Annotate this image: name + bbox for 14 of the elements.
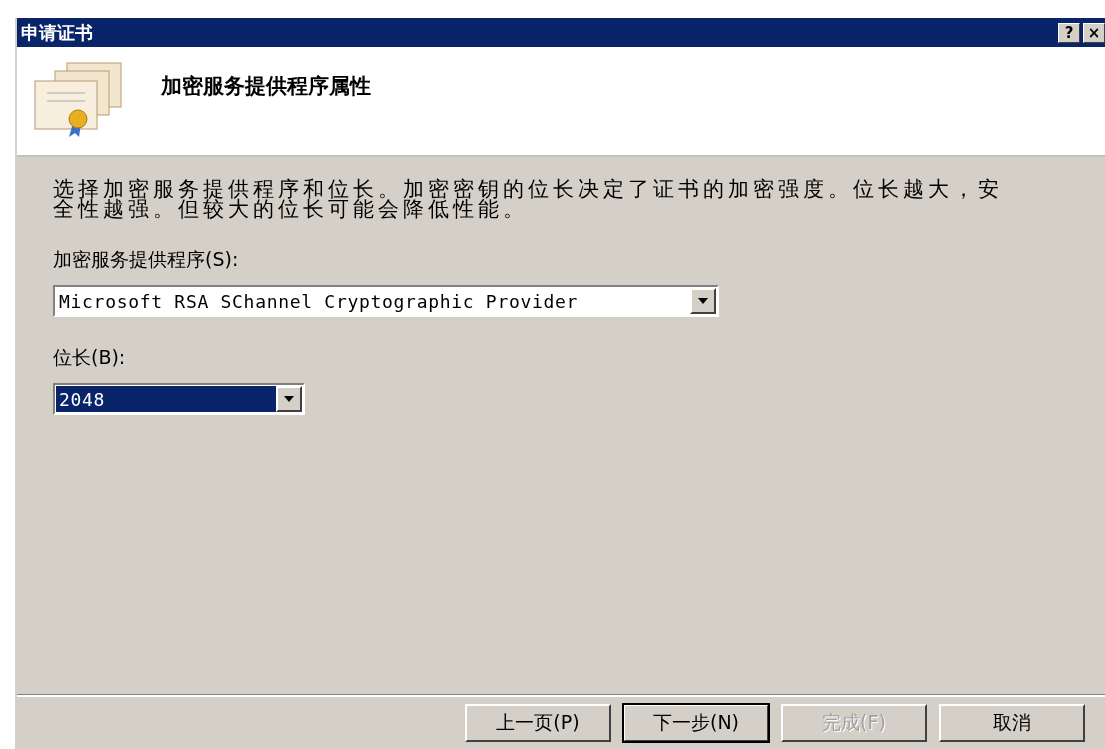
close-button[interactable]: ×	[1083, 22, 1105, 43]
dialog-button[interactable]: 取消	[939, 704, 1085, 742]
caret-icon	[284, 396, 294, 402]
help-button[interactable]: ?	[1058, 22, 1080, 43]
dropdown[interactable]: 2048	[53, 383, 305, 415]
page-heading: 加密服务提供程序属性	[161, 73, 371, 100]
dialog-button[interactable]: 下一步(N)	[623, 704, 769, 742]
window-title: 申请证书	[21, 20, 93, 45]
dropdown[interactable]: Microsoft RSA SChannel Cryptographic Provider	[53, 285, 719, 317]
description-text: 选择加密服务提供程序和位长。加密密钥的位长决定了证书的加密强度。位长越大，安全性越强。但较大的位长可能会降低性能。	[53, 179, 1003, 219]
field-label: 位长(B):	[53, 345, 126, 370]
dialog-button[interactable]: 上一页(P)	[465, 704, 611, 742]
caret-icon	[698, 298, 708, 304]
field-label: 加密服务提供程序(S):	[53, 247, 239, 272]
